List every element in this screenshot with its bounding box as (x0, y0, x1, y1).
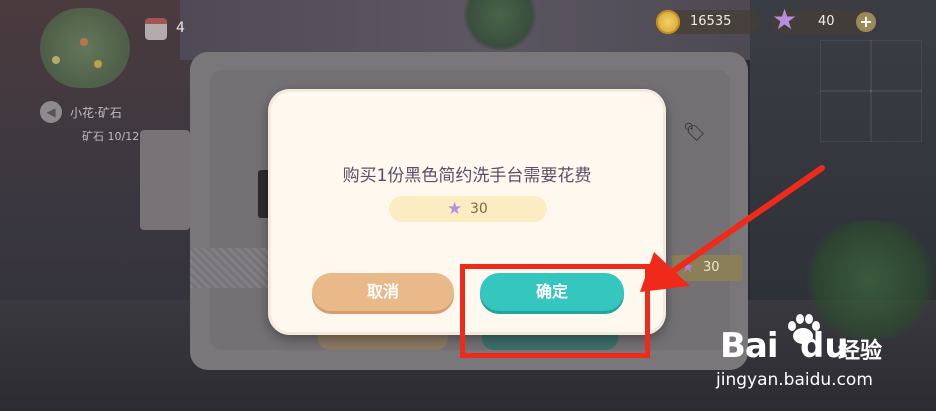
watermark-bai: Bai (720, 326, 779, 366)
watermark-url: jingyan.baidu.com (716, 370, 873, 390)
watermark-jingyan: 经验 (838, 339, 883, 364)
